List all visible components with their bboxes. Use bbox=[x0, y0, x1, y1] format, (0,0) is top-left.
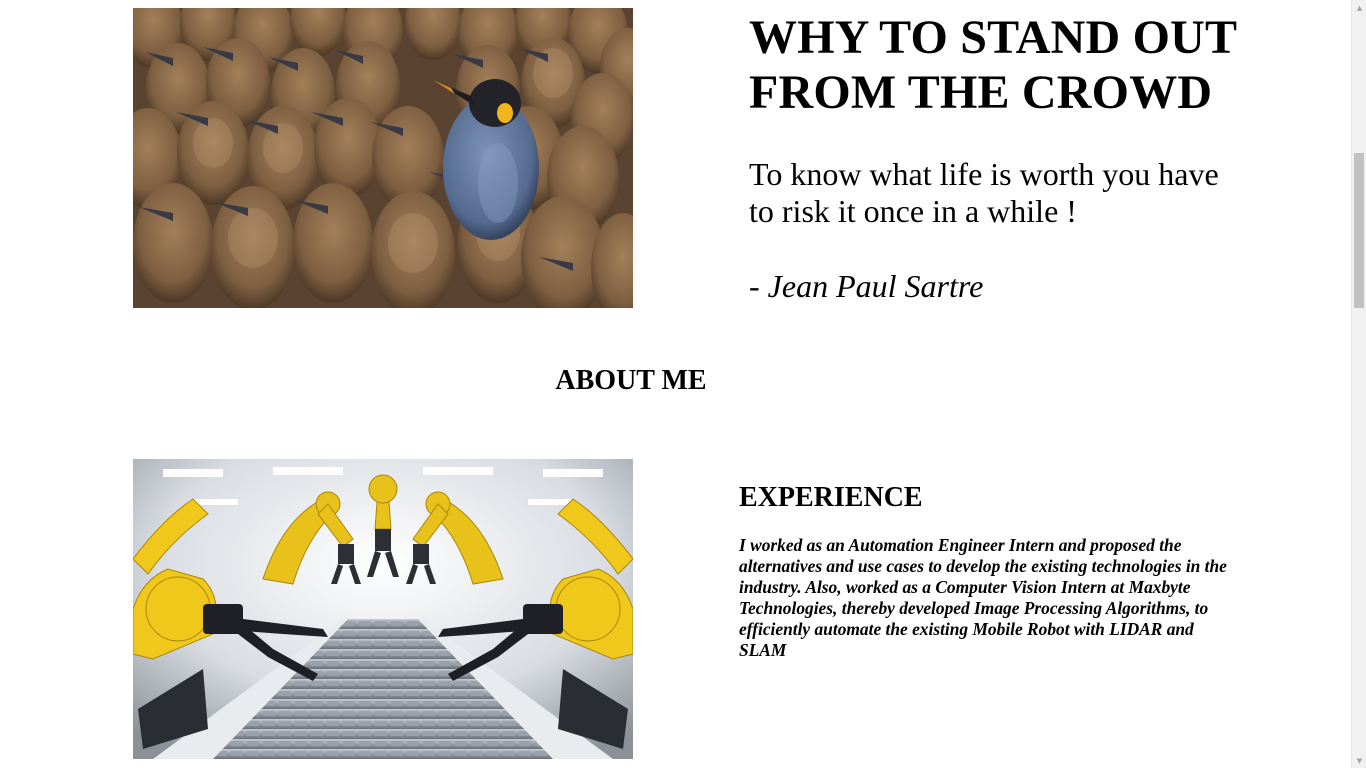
author-prefix: - bbox=[749, 268, 768, 304]
hero-quote: To know what life is worth you have to r… bbox=[749, 156, 1219, 229]
penguin-crowd-image bbox=[133, 8, 633, 308]
page: WHY TO STAND OUT FROM THE CROWD To know … bbox=[0, 0, 1351, 768]
experience-text: I worked as an Automation Engineer Inter… bbox=[739, 535, 1227, 660]
penguin-crowd-illustration bbox=[133, 8, 633, 308]
author-name: Jean Paul Sartre bbox=[767, 268, 984, 304]
hero-author: - Jean Paul Sartre bbox=[749, 268, 1249, 305]
experience-heading: EXPERIENCE bbox=[739, 482, 923, 513]
scroll-up-arrow-icon[interactable]: ▲ bbox=[1352, 0, 1366, 15]
scroll-down-arrow-icon[interactable]: ▼ bbox=[1352, 753, 1366, 768]
vertical-scrollbar[interactable]: ▲ ▼ bbox=[1351, 0, 1366, 768]
about-heading: ABOUT ME bbox=[555, 365, 707, 396]
scrollbar-thumb[interactable] bbox=[1354, 153, 1364, 308]
robotic-arms-illustration bbox=[133, 459, 633, 759]
robotic-arms-conveyor-image bbox=[133, 459, 633, 759]
hero-title: WHY TO STAND OUT FROM THE CROWD bbox=[749, 11, 1237, 119]
